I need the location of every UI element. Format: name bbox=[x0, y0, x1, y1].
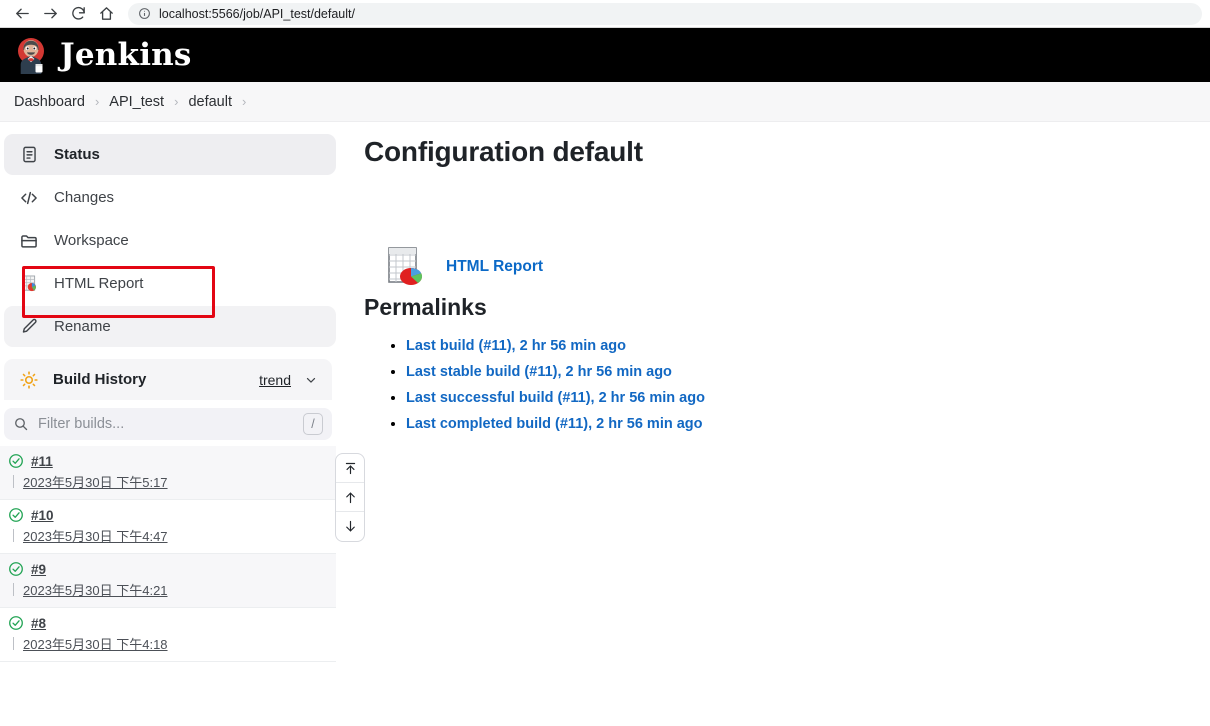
reload-button[interactable] bbox=[64, 1, 92, 27]
scroll-to-top-button[interactable] bbox=[336, 454, 364, 483]
forward-button[interactable] bbox=[36, 1, 64, 27]
main-content: Configuration default HTML Report Permal… bbox=[336, 122, 1210, 714]
build-filter-row: / bbox=[0, 400, 336, 446]
list-item: Last stable build (#11), 2 hr 56 min ago bbox=[406, 363, 1210, 381]
sidebar-item-label: Workspace bbox=[54, 232, 129, 249]
search-icon bbox=[13, 416, 29, 432]
build-tick bbox=[13, 529, 14, 542]
sidebar-item-rename[interactable]: Rename bbox=[4, 306, 336, 347]
scroll-down-button[interactable] bbox=[336, 512, 364, 541]
build-timestamp-link[interactable]: 2023年5月30日 下午5:17 bbox=[23, 472, 168, 491]
sidebar-item-label: Status bbox=[54, 146, 100, 163]
breadcrumb-item-api-test[interactable]: API_test bbox=[109, 94, 164, 110]
permalink-last-completed-build[interactable]: Last completed build (#11), 2 hr 56 min … bbox=[406, 416, 703, 432]
chevron-down-icon[interactable] bbox=[304, 373, 318, 387]
html-report-icon bbox=[18, 273, 40, 295]
html-report-block: HTML Report bbox=[364, 246, 1210, 288]
jenkins-butler-logo[interactable] bbox=[14, 36, 48, 74]
breadcrumb-separator-icon: › bbox=[94, 94, 100, 109]
scroll-up-button[interactable] bbox=[336, 483, 364, 512]
folder-icon bbox=[18, 230, 40, 252]
site-info-icon[interactable] bbox=[138, 7, 151, 20]
list-item: Last build (#11), 2 hr 56 min ago bbox=[406, 337, 1210, 355]
permalinks-title: Permalinks bbox=[364, 294, 487, 320]
list-item: Last successful build (#11), 2 hr 56 min… bbox=[406, 389, 1210, 407]
browser-toolbar: localhost:5566/job/API_test/default/ bbox=[0, 0, 1210, 28]
breadcrumb-separator-icon: › bbox=[174, 94, 179, 109]
build-status-success-icon bbox=[8, 561, 24, 577]
breadcrumb: Dashboard › API_test › default › bbox=[0, 82, 1210, 122]
sidebar-item-html-report[interactable]: HTML Report bbox=[4, 263, 336, 304]
breadcrumb-separator-icon: › bbox=[241, 94, 247, 109]
url-text: localhost:5566/job/API_test/default/ bbox=[159, 6, 355, 21]
build-list-item[interactable]: #11 2023年5月30日 下午5:17 bbox=[0, 446, 336, 500]
page-body: Status Changes Workspace HTML Report Ren… bbox=[0, 122, 1210, 714]
document-icon bbox=[18, 144, 40, 166]
build-timestamp-link[interactable]: 2023年5月30日 下午4:18 bbox=[23, 634, 168, 653]
permalink-last-stable-build[interactable]: Last stable build (#11), 2 hr 56 min ago bbox=[406, 364, 672, 380]
build-tick bbox=[13, 637, 14, 650]
sidebar: Status Changes Workspace HTML Report Ren… bbox=[0, 122, 365, 714]
permalink-last-successful-build[interactable]: Last successful build (#11), 2 hr 56 min… bbox=[406, 390, 705, 406]
address-bar[interactable]: localhost:5566/job/API_test/default/ bbox=[128, 2, 1202, 25]
build-status-success-icon bbox=[8, 507, 24, 523]
build-history-header: Build History trend bbox=[4, 359, 332, 400]
build-number-link[interactable]: #9 bbox=[31, 562, 46, 577]
sidebar-item-label: Changes bbox=[54, 189, 115, 206]
sidebar-item-status[interactable]: Status bbox=[4, 134, 336, 175]
weather-sun-icon bbox=[18, 369, 40, 391]
filter-shortcut-badge: / bbox=[303, 413, 323, 435]
back-button[interactable] bbox=[8, 1, 36, 27]
build-status-success-icon bbox=[8, 615, 24, 631]
html-report-link[interactable]: HTML Report bbox=[446, 258, 543, 276]
list-item: Last completed build (#11), 2 hr 56 min … bbox=[406, 415, 1210, 433]
build-list: #11 2023年5月30日 下午5:17 #10 2023年5月30日 下午4… bbox=[0, 446, 365, 662]
sidebar-item-changes[interactable]: Changes bbox=[4, 177, 336, 218]
build-number-link[interactable]: #8 bbox=[31, 616, 46, 631]
build-tick bbox=[13, 583, 14, 596]
breadcrumb-item-dashboard[interactable]: Dashboard bbox=[14, 94, 85, 110]
build-filter-box[interactable]: / bbox=[4, 408, 332, 440]
build-list-item[interactable]: #8 2023年5月30日 下午4:18 bbox=[0, 608, 336, 662]
jenkins-header: Jenkins bbox=[0, 28, 1210, 82]
sidebar-item-label: HTML Report bbox=[54, 275, 144, 292]
permalinks-list: Last build (#11), 2 hr 56 min ago Last s… bbox=[364, 337, 1210, 433]
build-status-success-icon bbox=[8, 453, 24, 469]
build-history-title: Build History bbox=[53, 371, 147, 388]
spreadsheet-piechart-icon[interactable] bbox=[386, 246, 428, 288]
build-trend-link[interactable]: trend bbox=[259, 372, 291, 388]
build-list-item[interactable]: #9 2023年5月30日 下午4:21 bbox=[0, 554, 336, 608]
search-input[interactable] bbox=[38, 416, 294, 432]
pencil-icon bbox=[18, 316, 40, 338]
page-title: Configuration default bbox=[364, 136, 643, 167]
breadcrumb-item-default[interactable]: default bbox=[188, 94, 232, 110]
build-timestamp-link[interactable]: 2023年5月30日 下午4:21 bbox=[23, 580, 168, 599]
jenkins-title: Jenkins bbox=[60, 37, 192, 73]
build-scroll-controls bbox=[335, 453, 365, 542]
code-icon bbox=[18, 187, 40, 209]
build-number-link[interactable]: #10 bbox=[31, 508, 54, 523]
build-timestamp-link[interactable]: 2023年5月30日 下午4:47 bbox=[23, 526, 168, 545]
build-list-item[interactable]: #10 2023年5月30日 下午4:47 bbox=[0, 500, 336, 554]
sidebar-item-label: Rename bbox=[54, 318, 111, 335]
permalink-last-build[interactable]: Last build (#11), 2 hr 56 min ago bbox=[406, 338, 626, 354]
home-button[interactable] bbox=[92, 1, 120, 27]
sidebar-item-workspace[interactable]: Workspace bbox=[4, 220, 336, 261]
build-number-link[interactable]: #11 bbox=[31, 454, 53, 469]
build-tick bbox=[13, 475, 14, 488]
